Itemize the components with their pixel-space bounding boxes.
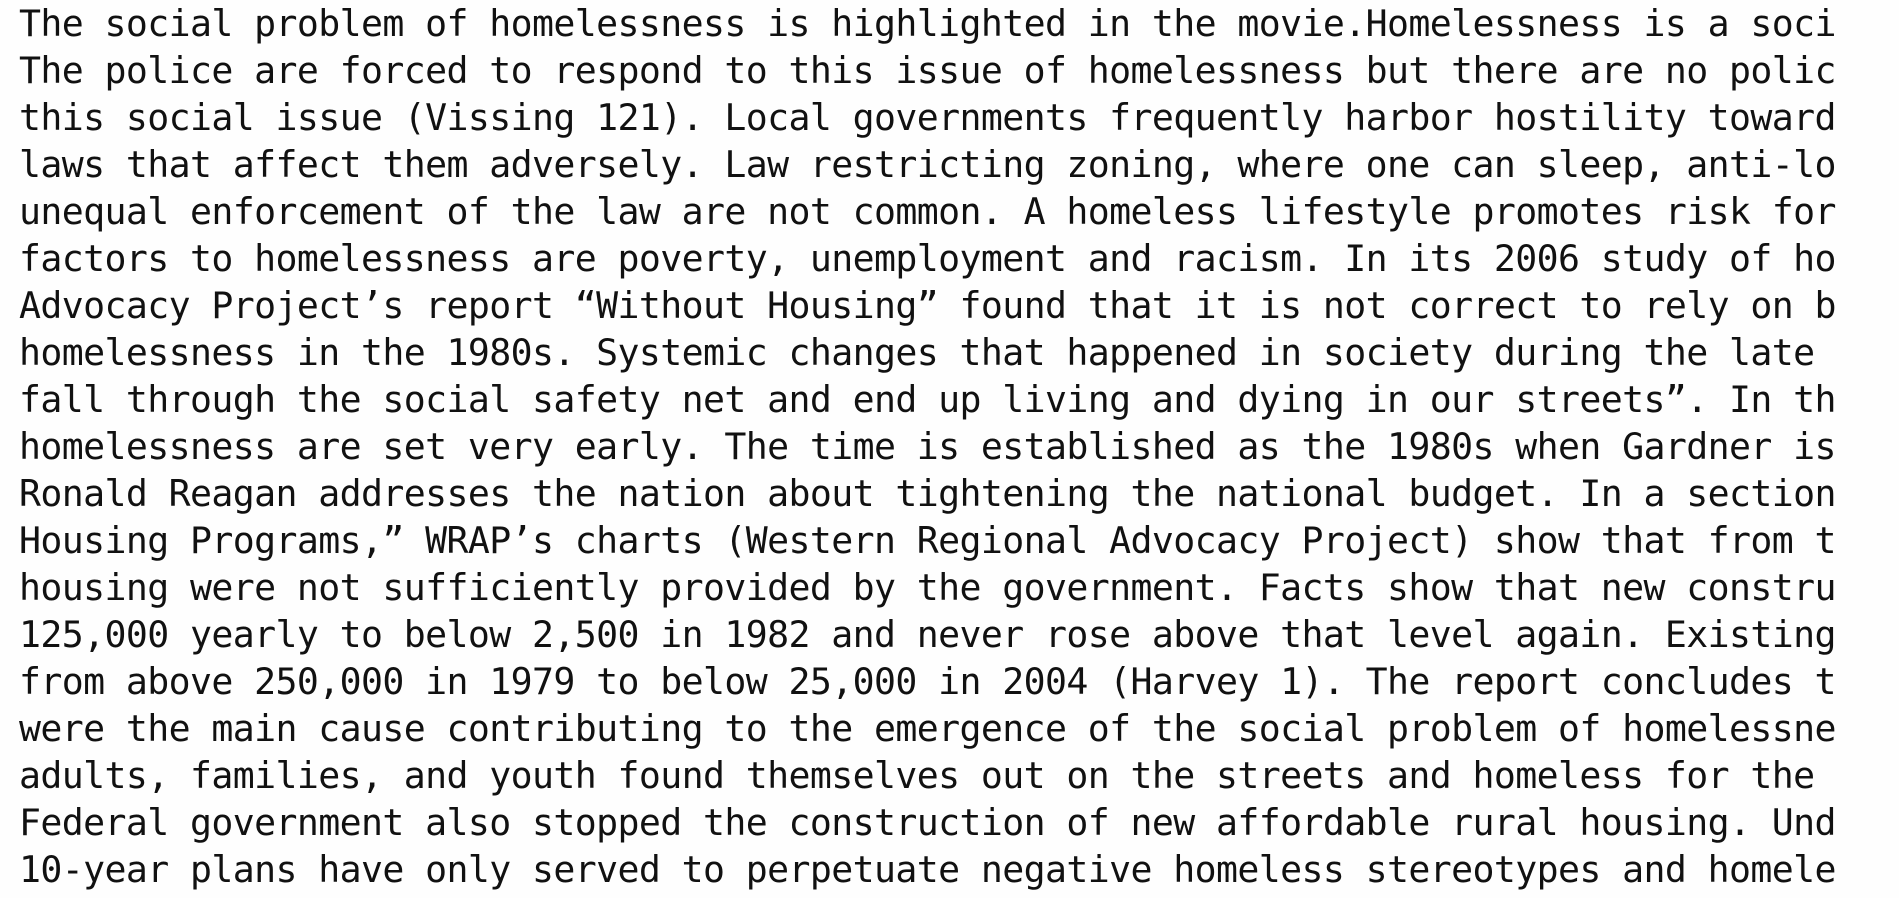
- text-line-4: laws that affect them adversely. Law res…: [19, 143, 1836, 186]
- text-line-1: The social problem of homelessness is hi…: [19, 2, 1836, 45]
- text-line-9: fall through the social safety net and e…: [19, 378, 1836, 421]
- text-line-8: homelessness in the 1980s. Systemic chan…: [19, 331, 1815, 374]
- text-line-6: factors to homelessness are poverty, une…: [19, 237, 1836, 280]
- text-line-17: adults, families, and youth found themse…: [19, 754, 1815, 797]
- text-line-13: housing were not sufficiently provided b…: [19, 566, 1836, 609]
- document-body: The social problem of homelessness is hi…: [19, 0, 1899, 898]
- text-line-5: unequal enforcement of the law are not c…: [19, 190, 1836, 233]
- text-line-16: were the main cause contributing to the …: [19, 707, 1836, 750]
- text-line-2: The police are forced to respond to this…: [19, 49, 1836, 92]
- text-line-15: from above 250,000 in 1979 to below 25,0…: [19, 660, 1836, 703]
- text-line-3: this social issue (Vissing 121). Local g…: [19, 96, 1836, 139]
- text-line-18: Federal government also stopped the cons…: [19, 801, 1836, 844]
- text-line-10: homelessness are set very early. The tim…: [19, 425, 1836, 468]
- text-line-19: 10-year plans have only served to perpet…: [19, 848, 1836, 891]
- text-line-14: 125,000 yearly to below 2,500 in 1982 an…: [19, 613, 1836, 656]
- text-line-11: Ronald Reagan addresses the nation about…: [19, 472, 1836, 515]
- text-line-7: Advocacy Project’s report “Without Housi…: [19, 284, 1836, 327]
- text-line-12: Housing Programs,” WRAP’s charts (Wester…: [19, 519, 1836, 562]
